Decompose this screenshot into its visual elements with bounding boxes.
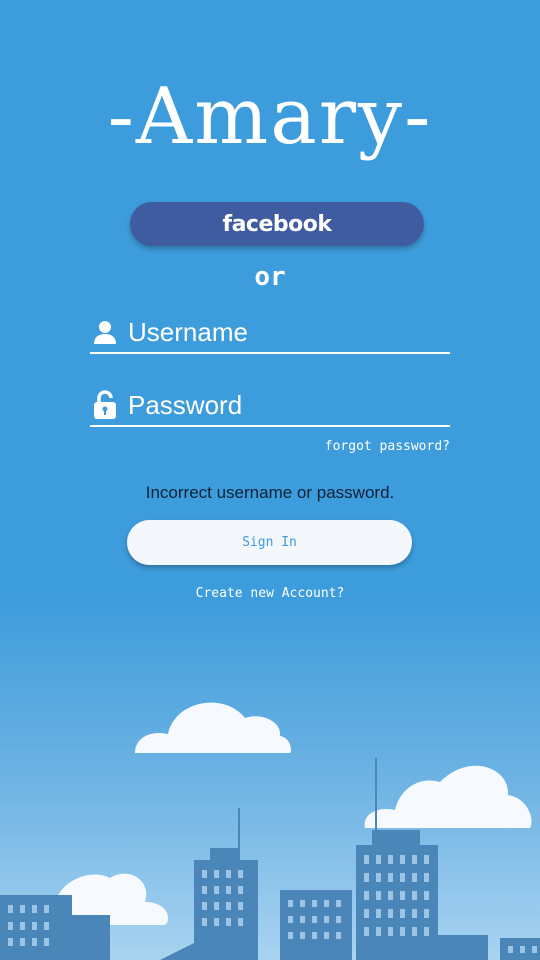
password-field[interactable] xyxy=(90,385,450,427)
forgot-password-link[interactable]: forgot password? xyxy=(325,439,450,454)
facebook-login-button[interactable]: facebook xyxy=(130,202,424,246)
error-message: Incorrect username or password. xyxy=(145,483,395,502)
cloud-right xyxy=(364,765,532,828)
username-field[interactable] xyxy=(90,312,450,354)
or-divider: or xyxy=(254,262,286,292)
sign-in-button[interactable]: Sign In xyxy=(127,520,412,565)
app-logo: -Amary- xyxy=(107,72,433,162)
create-account-link[interactable]: Create new Account? xyxy=(0,586,540,601)
cloud-top xyxy=(135,702,291,753)
city-skyline-illustration xyxy=(0,702,540,960)
lock-icon xyxy=(90,390,120,420)
user-icon xyxy=(90,317,120,347)
password-input[interactable] xyxy=(128,389,438,421)
username-input[interactable] xyxy=(128,316,438,348)
